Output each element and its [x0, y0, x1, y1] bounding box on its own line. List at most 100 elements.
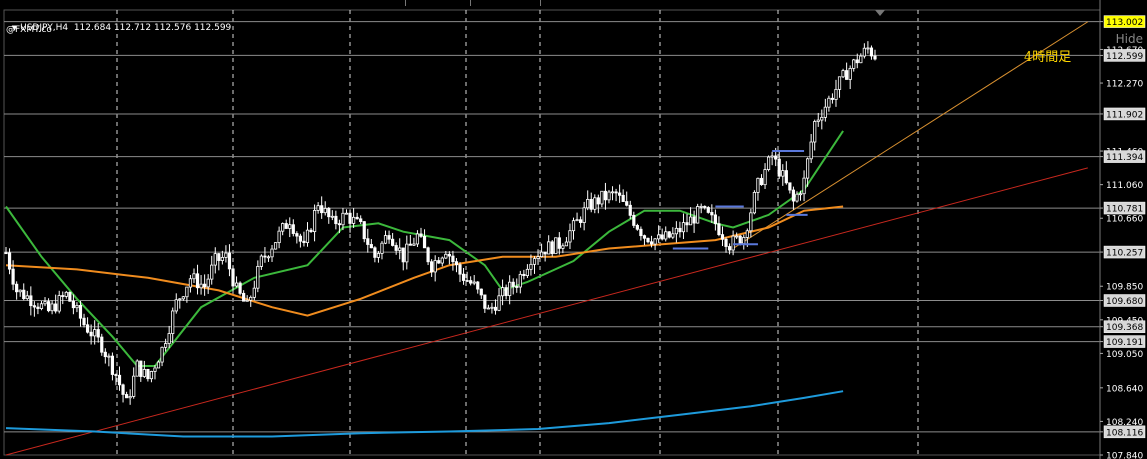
- candle-body: [561, 245, 565, 249]
- candle-body: [837, 76, 842, 90]
- trend-line[interactable]: [5, 167, 1088, 456]
- candle: [841, 68, 845, 79]
- candle-body: [664, 231, 668, 240]
- candle: [167, 325, 171, 349]
- candle: [391, 232, 395, 247]
- price-tick-label: 110.257: [1106, 249, 1143, 259]
- candle-body: [642, 235, 647, 239]
- candle: [564, 237, 569, 247]
- candle-body: [816, 119, 820, 122]
- candle-body: [25, 295, 29, 300]
- candle: [763, 163, 767, 189]
- candle-body: [834, 88, 838, 100]
- candle-body: [398, 247, 402, 251]
- candle: [749, 208, 753, 238]
- chart-shift-icon[interactable]: [875, 10, 885, 16]
- candle: [128, 389, 132, 405]
- candle-body: [281, 223, 285, 232]
- candle: [380, 241, 384, 260]
- candle-body: [554, 237, 558, 255]
- candle-body: [614, 191, 618, 194]
- candle: [142, 360, 146, 378]
- candle-body: [181, 296, 185, 300]
- candle: [323, 201, 327, 216]
- candle-body: [766, 156, 771, 170]
- candle: [653, 238, 657, 251]
- candle: [518, 270, 522, 294]
- candle-body: [380, 242, 384, 254]
- candle-body: [373, 247, 377, 258]
- candle-body: [564, 241, 569, 247]
- candle-body: [323, 207, 327, 214]
- candle-body: [213, 253, 217, 266]
- candle-body: [344, 212, 349, 215]
- trend-lines[interactable]: [5, 21, 1089, 456]
- candle-body: [242, 292, 246, 302]
- candle: [476, 280, 480, 294]
- candle-body: [830, 97, 835, 100]
- candle: [160, 346, 164, 367]
- candle: [394, 242, 398, 255]
- candle-body: [472, 281, 476, 284]
- candle: [724, 237, 728, 253]
- price-tick-label: 113.002: [1106, 18, 1143, 28]
- candle-body: [628, 204, 632, 216]
- horizontal-levels: [4, 21, 1100, 433]
- candle: [802, 170, 806, 202]
- candle-body: [93, 329, 97, 337]
- candle-body: [110, 355, 115, 375]
- candle: [642, 234, 647, 246]
- price-axis[interactable]: 113.002112.670112.599112.270111.902111.4…: [875, 0, 1147, 459]
- candle-body: [185, 286, 189, 298]
- candle-body: [508, 281, 512, 296]
- candle: [408, 234, 412, 246]
- candle: [589, 192, 593, 213]
- candle: [483, 294, 487, 313]
- candle-body: [696, 206, 700, 224]
- candle-body: [430, 261, 434, 273]
- candle: [862, 43, 866, 59]
- candle-body: [146, 368, 150, 380]
- candle-body: [437, 260, 441, 264]
- candle-body: [128, 396, 132, 399]
- candle-body: [603, 190, 608, 201]
- candle-body: [685, 222, 689, 226]
- candle: [579, 216, 583, 228]
- candle-body: [405, 243, 409, 263]
- candle-body: [337, 223, 342, 226]
- candle-body: [593, 197, 597, 210]
- candle: [451, 250, 455, 271]
- candle: [174, 293, 178, 314]
- candle: [330, 210, 334, 221]
- candle: [334, 210, 338, 230]
- candle-body: [788, 182, 792, 191]
- candle: [756, 177, 760, 201]
- candle: [600, 190, 604, 208]
- candle: [458, 262, 462, 283]
- candle: [348, 209, 352, 233]
- candle: [36, 302, 40, 315]
- candle: [525, 264, 530, 279]
- candle-body: [178, 298, 182, 301]
- candle: [316, 202, 320, 214]
- candle-body: [142, 368, 146, 377]
- candle: [153, 364, 157, 380]
- candle: [859, 53, 863, 64]
- candle-body: [447, 253, 451, 257]
- candle-body: [36, 306, 40, 309]
- candle: [784, 161, 788, 185]
- candle: [25, 290, 29, 301]
- candle-body: [426, 247, 430, 263]
- candle-body: [57, 295, 61, 312]
- candle-body: [660, 234, 664, 240]
- candle-body: [61, 295, 65, 297]
- candle: [39, 300, 44, 311]
- candle: [735, 232, 739, 240]
- price-chart[interactable]: 113.002112.670112.599112.270111.902111.4…: [0, 0, 1147, 459]
- hide-button[interactable]: Hide: [1116, 32, 1143, 46]
- candle: [522, 269, 526, 280]
- candle: [490, 302, 494, 314]
- candle: [210, 255, 214, 285]
- candle-body: [164, 343, 168, 348]
- candle-body: [575, 219, 579, 222]
